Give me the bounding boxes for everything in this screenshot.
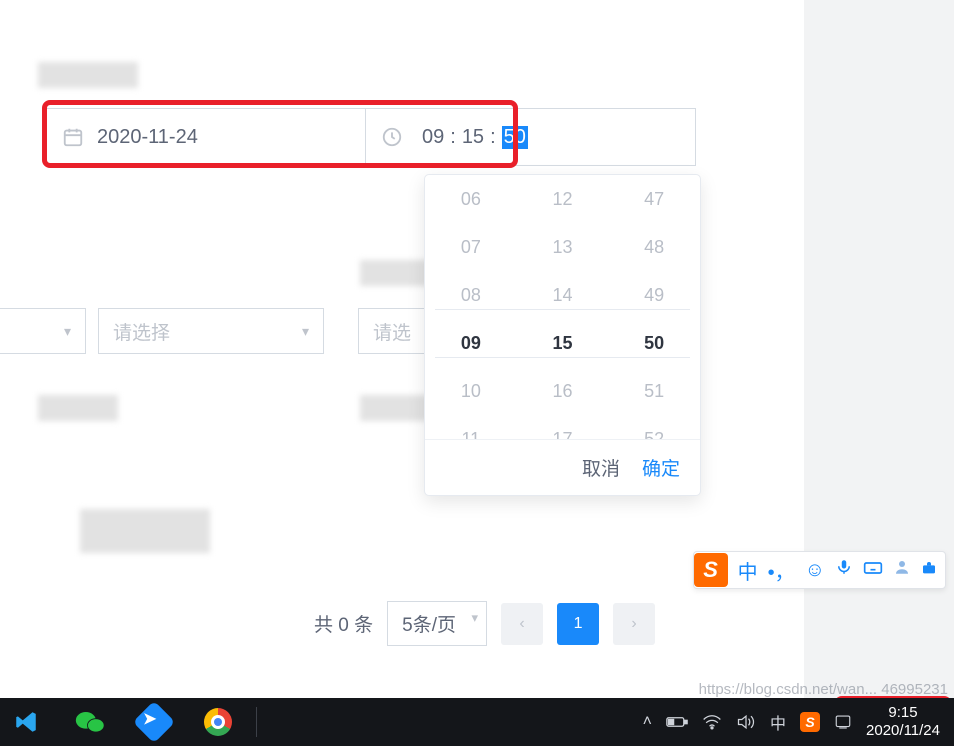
taskbar-separator <box>256 707 257 737</box>
calendar-icon <box>61 125 85 149</box>
keyboard-icon[interactable] <box>863 559 883 582</box>
windows-taskbar: ➤ ˄ 中 S 9:15 2020 <box>0 698 954 746</box>
spinner-option[interactable]: 08 <box>461 271 481 319</box>
redacted-label <box>38 395 118 421</box>
tray-lang[interactable]: 中 <box>770 710 786 734</box>
time-hh: 09 <box>422 126 444 149</box>
spinner-option[interactable]: 50 <box>644 319 664 367</box>
tray-sogou-icon[interactable]: S <box>800 712 820 732</box>
toolbox-icon[interactable] <box>921 559 937 582</box>
cancel-button[interactable]: 取消 <box>582 454 620 481</box>
taskbar-clock[interactable]: 9:15 2020/11/24 <box>866 704 952 740</box>
seconds-column[interactable]: 474849505152 <box>608 175 700 439</box>
ime-punct-icon[interactable]: •， <box>768 556 795 585</box>
sogou-logo-icon: S <box>694 553 728 587</box>
prev-page-button[interactable]: ‹ <box>501 603 543 645</box>
chevron-down-icon: ▾ <box>302 323 309 340</box>
confirm-button[interactable]: 确定 <box>642 454 680 481</box>
ime-lang[interactable]: 中 <box>738 556 758 585</box>
spinner-option[interactable]: 16 <box>552 367 572 415</box>
hours-column[interactable]: 060708091011 <box>425 175 517 439</box>
volume-icon[interactable] <box>736 713 756 731</box>
ime-toolbar[interactable]: S 中 •， ☺ <box>693 551 946 589</box>
select-truncated-left[interactable]: ▾ <box>0 308 86 354</box>
tray-overflow-icon[interactable]: ˄ <box>643 713 652 731</box>
user-icon[interactable] <box>893 558 911 582</box>
time-picker-panel: 060708091011 121314151617 474849505152 取… <box>424 174 701 496</box>
watermark: https://blog.csdn.net/wan... 46995231 <box>699 681 948 698</box>
spinner-option[interactable]: 09 <box>461 319 481 367</box>
date-input[interactable]: 2020-11-24 <box>46 108 365 166</box>
minutes-column[interactable]: 121314151617 <box>517 175 609 439</box>
spinner-option[interactable]: 11 <box>461 415 480 439</box>
spinner-option[interactable]: 49 <box>644 271 664 319</box>
time-input[interactable]: 09:15:50 <box>365 108 696 166</box>
spinner-option[interactable]: 14 <box>552 271 572 319</box>
total-label: 共 0 条 <box>314 610 373 637</box>
clock-icon <box>380 125 404 149</box>
time-mm: 15 <box>462 126 484 149</box>
select-placeholder-text: 请选择 <box>113 318 170 345</box>
date-value: 2020-11-24 <box>97 126 198 149</box>
scroll-gutter <box>804 0 954 746</box>
taskbar-dingtalk-icon[interactable]: ➤ <box>138 706 170 738</box>
spinner-option[interactable]: 07 <box>461 223 481 271</box>
battery-icon[interactable] <box>666 715 688 729</box>
taskbar-chrome-icon[interactable] <box>202 706 234 738</box>
select-truncated-text: 请选 <box>373 318 411 345</box>
spinner-option[interactable]: 12 <box>552 175 572 223</box>
wifi-icon[interactable] <box>702 714 722 730</box>
spinner-option[interactable]: 47 <box>644 175 664 223</box>
clock-date: 2020/11/24 <box>866 722 940 740</box>
taskbar-vscode-icon[interactable] <box>10 706 42 738</box>
page-size-select[interactable]: 5条/页 <box>387 601 487 646</box>
spinner-option[interactable]: 06 <box>461 175 481 223</box>
spinner-option[interactable]: 48 <box>644 223 664 271</box>
time-ss-selected: 50 <box>502 126 528 149</box>
smiley-icon[interactable]: ☺ <box>805 559 825 582</box>
clock-time: 9:15 <box>888 704 917 722</box>
next-page-button[interactable]: › <box>613 603 655 645</box>
spinner-option[interactable]: 17 <box>552 415 572 439</box>
redacted-label <box>38 62 138 88</box>
taskbar-wechat-icon[interactable] <box>74 706 106 738</box>
spinner-option[interactable]: 15 <box>552 319 572 367</box>
spinner-option[interactable]: 51 <box>644 367 664 415</box>
spinner-option[interactable]: 10 <box>461 367 481 415</box>
redacted-label <box>80 509 210 553</box>
spinner-option[interactable]: 13 <box>552 223 572 271</box>
microphone-icon[interactable] <box>835 558 853 582</box>
pagination: 共 0 条 5条/页 ‹ 1 › <box>314 601 655 646</box>
page-number-current[interactable]: 1 <box>557 603 599 645</box>
notification-icon[interactable] <box>834 713 852 731</box>
select-placeholder[interactable]: 请选择 ▾ <box>98 308 324 354</box>
chevron-down-icon: ▾ <box>64 323 71 340</box>
spinner-option[interactable]: 52 <box>644 415 664 439</box>
